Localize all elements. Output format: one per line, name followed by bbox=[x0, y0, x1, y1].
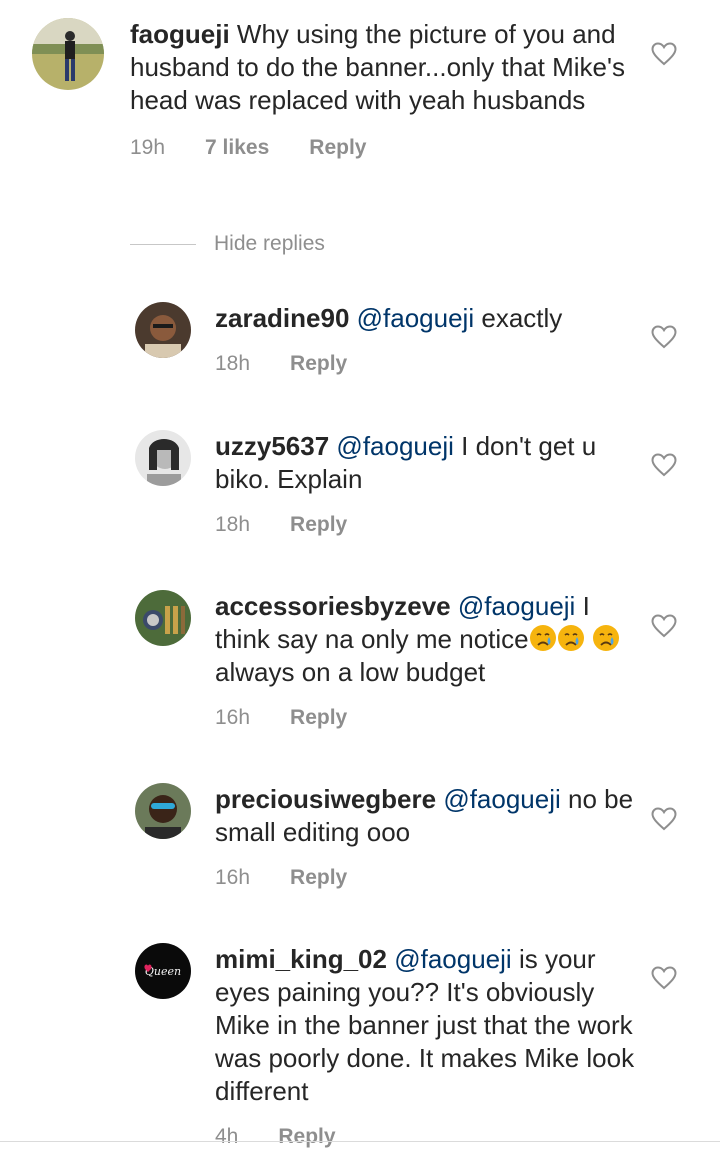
reply-item: preciousiwegbere @faogueji no be small e… bbox=[135, 783, 645, 894]
comment-text: exactly bbox=[481, 303, 563, 333]
comment-username[interactable]: zaradine90 bbox=[215, 303, 349, 333]
heart-outline-icon[interactable] bbox=[651, 453, 677, 477]
mention-link[interactable]: @faogueji bbox=[458, 591, 575, 621]
heart-outline-icon[interactable] bbox=[651, 42, 677, 66]
avatar[interactable] bbox=[32, 18, 104, 90]
comment-meta: 4h Reply bbox=[215, 1120, 645, 1153]
comment-time: 4h bbox=[215, 1125, 239, 1148]
comment-meta: 16h Reply bbox=[215, 701, 645, 734]
mention-link[interactable]: @faogueji bbox=[443, 784, 560, 814]
comment-time: 16h bbox=[215, 866, 251, 889]
comment-body: zaradine90 @faogueji exactly 18h Reply bbox=[215, 302, 645, 380]
comment-username[interactable]: accessoriesbyzeve bbox=[215, 591, 451, 621]
reply-button[interactable]: Reply bbox=[309, 131, 366, 164]
comment-time: 16h bbox=[215, 706, 251, 729]
crying-face-emoji bbox=[529, 625, 556, 651]
comment-username[interactable]: uzzy5637 bbox=[215, 431, 329, 461]
avatar[interactable] bbox=[135, 590, 191, 646]
mention-link[interactable]: @faogueji bbox=[394, 944, 511, 974]
crying-face-emoji bbox=[592, 625, 619, 651]
mention-link[interactable]: @faogueji bbox=[336, 431, 453, 461]
comment-meta: 19h 7 likes Reply bbox=[130, 131, 652, 164]
reply-button[interactable]: Reply bbox=[290, 347, 347, 380]
comment-body: mimi_king_02 @faogueji is your eyes pain… bbox=[215, 943, 645, 1153]
avatar[interactable] bbox=[135, 302, 191, 358]
hide-replies-label: Hide replies bbox=[214, 232, 325, 255]
comment-main: faogueji Why using the picture of you an… bbox=[32, 18, 652, 164]
comment-body: faogueji Why using the picture of you an… bbox=[130, 18, 652, 164]
comment-username[interactable]: faogueji bbox=[130, 19, 230, 49]
avatar[interactable]: Queen bbox=[135, 943, 191, 999]
reply-item: zaradine90 @faogueji exactly 18h Reply bbox=[135, 302, 645, 380]
likes-count[interactable]: 7 likes bbox=[205, 131, 269, 164]
reply-button[interactable]: Reply bbox=[290, 701, 347, 734]
comment-meta: 16h Reply bbox=[215, 861, 645, 894]
avatar[interactable] bbox=[135, 430, 191, 486]
reply-item: uzzy5637 @faogueji I don't get u biko. E… bbox=[135, 430, 645, 541]
bottom-divider bbox=[0, 1141, 720, 1142]
mention-link[interactable]: @faogueji bbox=[357, 303, 474, 333]
comment-time: 18h bbox=[215, 352, 251, 375]
hide-replies-toggle[interactable]: Hide replies bbox=[130, 232, 325, 256]
reply-button[interactable]: Reply bbox=[290, 861, 347, 894]
comment-time: 18h bbox=[215, 513, 251, 536]
reply-item: accessoriesbyzeve @faogueji I think say … bbox=[135, 590, 645, 734]
heart-outline-icon[interactable] bbox=[651, 325, 677, 349]
comment-username[interactable]: mimi_king_02 bbox=[215, 944, 387, 974]
comment-text: always on a low budget bbox=[215, 657, 486, 687]
comment-body: uzzy5637 @faogueji I don't get u biko. E… bbox=[215, 430, 645, 541]
comment-body: accessoriesbyzeve @faogueji I think say … bbox=[215, 590, 645, 734]
comment-time: 19h bbox=[130, 136, 166, 159]
reply-item: Queen mimi_king_02 @faogueji is your eye… bbox=[135, 943, 645, 1153]
crying-face-emoji bbox=[557, 625, 584, 651]
heart-outline-icon[interactable] bbox=[651, 807, 677, 831]
divider-line bbox=[130, 243, 196, 245]
comment-meta: 18h Reply bbox=[215, 347, 645, 380]
heart-outline-icon[interactable] bbox=[651, 966, 677, 990]
comment-body: preciousiwegbere @faogueji no be small e… bbox=[215, 783, 645, 894]
reply-button[interactable]: Reply bbox=[290, 508, 347, 541]
reply-button[interactable]: Reply bbox=[278, 1120, 335, 1153]
comment-username[interactable]: preciousiwegbere bbox=[215, 784, 436, 814]
avatar[interactable] bbox=[135, 783, 191, 839]
comment-meta: 18h Reply bbox=[215, 508, 645, 541]
heart-outline-icon[interactable] bbox=[651, 614, 677, 638]
